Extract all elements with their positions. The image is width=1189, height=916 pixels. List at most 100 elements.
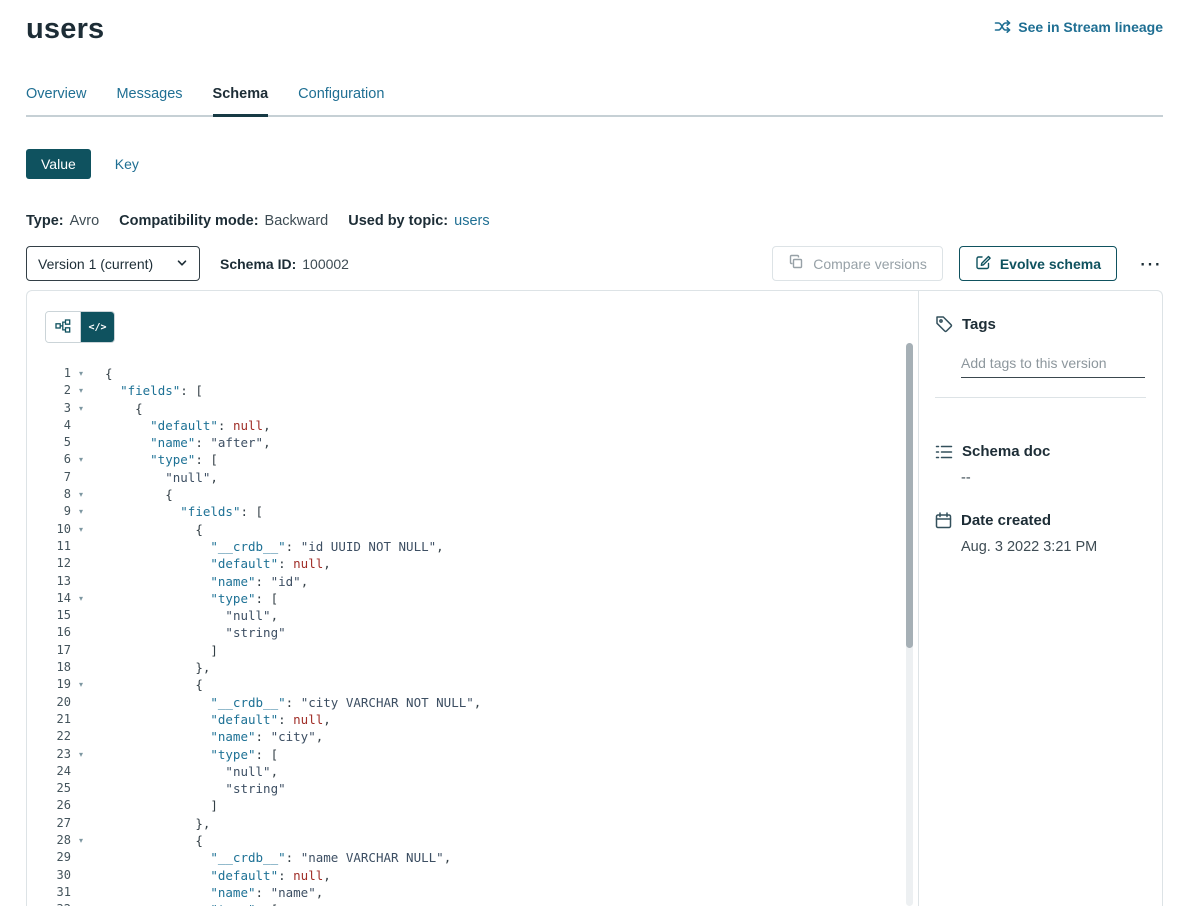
scrollbar-thumb[interactable] <box>906 343 913 648</box>
fold-spacer <box>71 607 91 624</box>
version-select-value: Version 1 (current) <box>38 256 153 272</box>
schema-content-panel: </> 1▾{2▾ "fields": [3▾ {4 "default": nu… <box>26 290 1163 906</box>
code-line: 13 "name": "id", <box>35 573 918 590</box>
line-number: 5 <box>35 434 71 451</box>
tab-messages[interactable]: Messages <box>116 86 182 117</box>
code-line: 32▾ "type": [ <box>35 901 918 906</box>
more-options-button[interactable]: ⋯ <box>1137 254 1163 274</box>
tags-title: Tags <box>962 316 996 333</box>
tab-overview[interactable]: Overview <box>26 86 86 117</box>
line-number: 15 <box>35 607 71 624</box>
value-toggle-button[interactable]: Value <box>26 149 91 179</box>
evolve-schema-icon <box>975 254 991 273</box>
fold-spacer <box>71 555 91 572</box>
code-text: "default": null, <box>91 555 331 572</box>
used-by-topic-label: Used by topic: <box>348 213 448 229</box>
type-value: Avro <box>70 213 100 229</box>
fold-toggle-icon[interactable]: ▾ <box>71 590 91 607</box>
code-view-button[interactable]: </> <box>80 312 114 342</box>
fold-spacer <box>71 728 91 745</box>
code-line: 21 "default": null, <box>35 711 918 728</box>
tag-icon <box>935 315 953 333</box>
code-line: 31 "name": "name", <box>35 884 918 901</box>
fold-toggle-icon[interactable]: ▾ <box>71 832 91 849</box>
code-text: "type": [ <box>91 451 218 468</box>
fold-spacer <box>71 815 91 832</box>
page-header: users See in Stream lineage <box>26 0 1163 46</box>
tree-view-icon <box>55 319 71 336</box>
compare-versions-button[interactable]: Compare versions <box>772 246 943 281</box>
fold-spacer <box>71 797 91 814</box>
fold-spacer <box>71 867 91 884</box>
editor-scrollbar[interactable] <box>906 343 913 906</box>
line-number: 27 <box>35 815 71 832</box>
code-line: 23▾ "type": [ <box>35 746 918 763</box>
code-line: 20 "__crdb__": "city VARCHAR NOT NULL", <box>35 694 918 711</box>
code-line: 25 "string" <box>35 780 918 797</box>
tags-header: Tags <box>935 315 1146 333</box>
line-number: 4 <box>35 417 71 434</box>
code-line: 2▾ "fields": [ <box>35 382 918 399</box>
fold-toggle-icon[interactable]: ▾ <box>71 521 91 538</box>
line-number: 11 <box>35 538 71 555</box>
evolve-schema-button[interactable]: Evolve schema <box>959 246 1117 281</box>
line-number: 29 <box>35 849 71 866</box>
code-text: { <box>91 676 203 693</box>
code-line: 19▾ { <box>35 676 918 693</box>
stream-lineage-label: See in Stream lineage <box>1018 19 1163 35</box>
evolve-schema-label: Evolve schema <box>1000 256 1101 272</box>
sidebar-divider <box>935 397 1146 398</box>
tab-bar: Overview Messages Schema Configuration <box>26 86 1163 117</box>
fold-toggle-icon[interactable]: ▾ <box>71 486 91 503</box>
code-editor[interactable]: 1▾{2▾ "fields": [3▾ {4 "default": null,5… <box>35 365 918 906</box>
code-text: { <box>91 365 113 382</box>
tab-schema[interactable]: Schema <box>213 86 269 117</box>
topic-link[interactable]: users <box>454 213 489 229</box>
fold-spacer <box>71 573 91 590</box>
schema-id-label: Schema ID: <box>220 256 296 272</box>
line-number: 1 <box>35 365 71 382</box>
compatibility-label: Compatibility mode: <box>119 213 258 229</box>
line-number: 26 <box>35 797 71 814</box>
code-text: "type": [ <box>91 746 278 763</box>
code-text: "null", <box>91 607 278 624</box>
fold-toggle-icon[interactable]: ▾ <box>71 503 91 520</box>
version-select[interactable]: Version 1 (current) <box>26 246 200 281</box>
code-text: "string" <box>91 624 286 641</box>
code-text: "default": null, <box>91 867 331 884</box>
ordered-list-icon <box>935 444 953 460</box>
page-title: users <box>26 12 104 46</box>
fold-toggle-icon[interactable]: ▾ <box>71 901 91 906</box>
fold-spacer <box>71 780 91 797</box>
fold-toggle-icon[interactable]: ▾ <box>71 746 91 763</box>
stream-lineage-link[interactable]: See in Stream lineage <box>994 18 1163 35</box>
code-line: 28▾ { <box>35 832 918 849</box>
code-view-icon: </> <box>88 322 106 333</box>
add-tags-input[interactable] <box>961 351 1145 378</box>
code-text: "default": null, <box>91 417 271 434</box>
date-created-title: Date created <box>961 512 1051 529</box>
key-toggle-button[interactable]: Key <box>111 149 143 179</box>
fold-toggle-icon[interactable]: ▾ <box>71 365 91 382</box>
fold-spacer <box>71 624 91 641</box>
code-text: }, <box>91 815 210 832</box>
schema-doc-section: Schema doc -- <box>935 443 1146 486</box>
code-text: "fields": [ <box>91 382 203 399</box>
tree-view-button[interactable] <box>46 312 80 342</box>
stream-lineage-icon <box>994 18 1011 35</box>
date-created-section: Date created Aug. 3 2022 3:21 PM <box>935 512 1146 555</box>
tab-configuration[interactable]: Configuration <box>298 86 384 117</box>
code-line: 11 "__crdb__": "id UUID NOT NULL", <box>35 538 918 555</box>
fold-toggle-icon[interactable]: ▾ <box>71 451 91 468</box>
schema-doc-title: Schema doc <box>962 443 1050 460</box>
value-key-toggle: Value Key <box>26 149 1163 179</box>
schema-page: users See in Stream lineage Overview Mess… <box>0 0 1189 916</box>
code-text: "name": "id", <box>91 573 308 590</box>
fold-toggle-icon[interactable]: ▾ <box>71 400 91 417</box>
code-text: "null", <box>91 763 278 780</box>
fold-toggle-icon[interactable]: ▾ <box>71 676 91 693</box>
fold-toggle-icon[interactable]: ▾ <box>71 382 91 399</box>
fold-spacer <box>71 694 91 711</box>
fold-spacer <box>71 763 91 780</box>
fold-spacer <box>71 884 91 901</box>
